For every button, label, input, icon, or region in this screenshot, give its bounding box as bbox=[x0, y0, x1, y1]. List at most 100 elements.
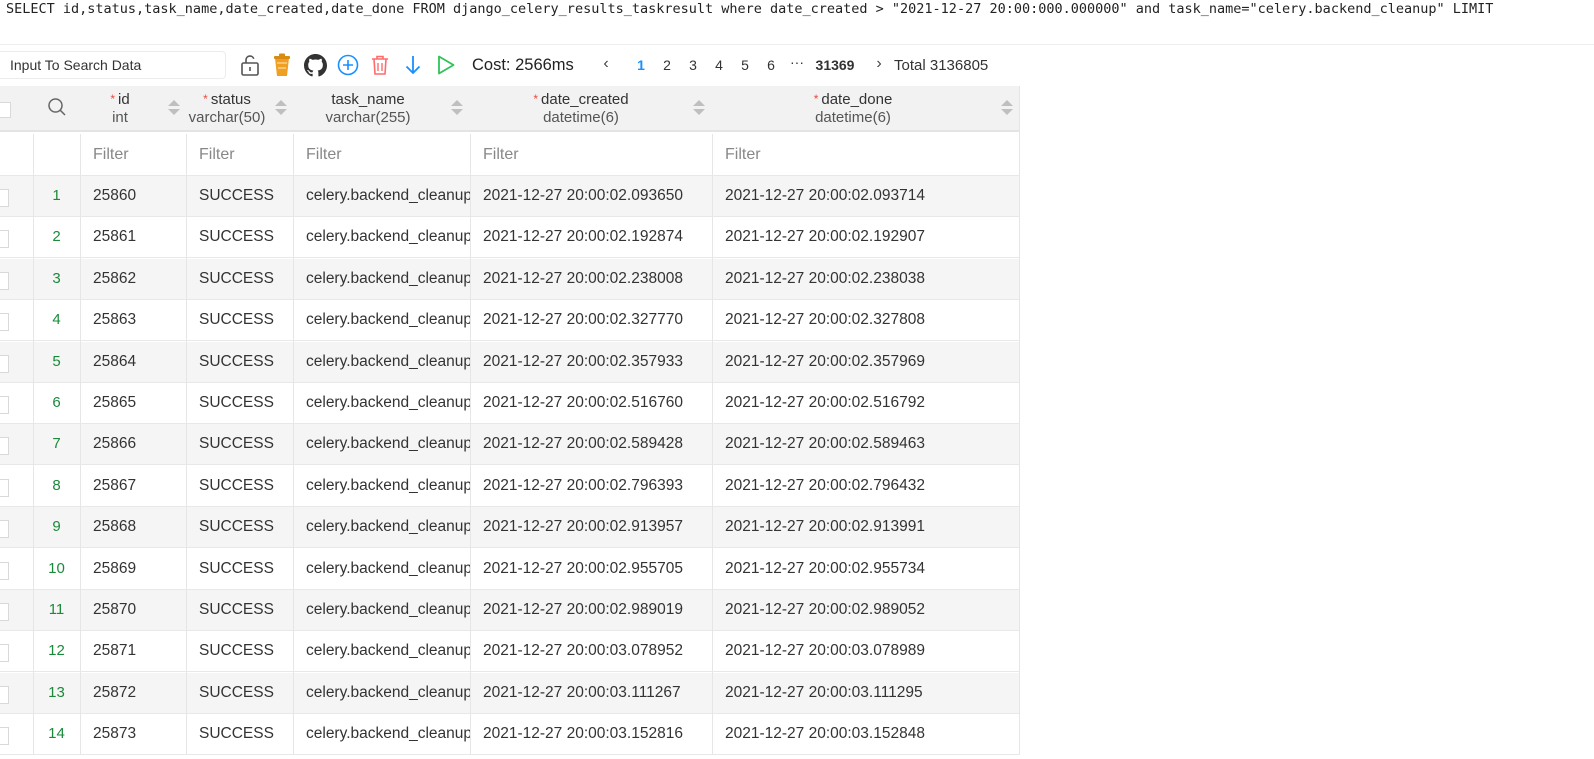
sort-icon[interactable] bbox=[168, 100, 180, 116]
cell-date-done[interactable]: 2021-12-27 20:00:02.913991 bbox=[712, 507, 1020, 547]
column-header-id[interactable]: * id int bbox=[80, 86, 160, 130]
cell-date-created[interactable]: 2021-12-27 20:00:02.796393 bbox=[470, 466, 712, 506]
column-header-date-done[interactable]: * date_done datetime(6) bbox=[712, 86, 994, 130]
cell-date-done[interactable]: 2021-12-27 20:00:02.357969 bbox=[712, 342, 1020, 382]
cell-date-done[interactable]: 2021-12-27 20:00:02.589463 bbox=[712, 424, 1020, 464]
cell-date-created[interactable]: 2021-12-27 20:00:02.913957 bbox=[470, 507, 712, 547]
search-column-icon[interactable] bbox=[33, 86, 80, 130]
table-row[interactable]: 5 25864 SUCCESS celery.backend_cleanup 2021-… bbox=[0, 341, 1020, 383]
page-1[interactable]: 1 bbox=[636, 57, 646, 73]
cell-task-name[interactable]: celery.backend_cleanup bbox=[293, 466, 470, 506]
add-circle-icon[interactable] bbox=[336, 53, 360, 77]
row-checkbox[interactable] bbox=[0, 478, 9, 497]
cell-date-done[interactable]: 2021-12-27 20:00:03.152848 bbox=[712, 714, 1020, 754]
sort-icon[interactable] bbox=[451, 100, 463, 116]
sort-icon[interactable] bbox=[1001, 100, 1013, 116]
cell-date-done[interactable]: 2021-12-27 20:00:02.516792 bbox=[712, 383, 1020, 423]
cell-date-created[interactable]: 2021-12-27 20:00:03.111267 bbox=[470, 673, 712, 713]
cell-task-name[interactable]: celery.backend_cleanup bbox=[293, 176, 470, 216]
cell-id[interactable]: 25870 bbox=[80, 590, 186, 630]
cell-task-name[interactable]: celery.backend_cleanup bbox=[293, 300, 470, 340]
cell-date-created[interactable]: 2021-12-27 20:00:02.327770 bbox=[470, 300, 712, 340]
sort-icon[interactable] bbox=[693, 100, 705, 116]
row-checkbox[interactable] bbox=[0, 520, 9, 539]
cell-date-created[interactable]: 2021-12-27 20:00:02.589428 bbox=[470, 424, 712, 464]
cell-date-created[interactable]: 2021-12-27 20:00:02.357933 bbox=[470, 342, 712, 382]
cell-id[interactable]: 25871 bbox=[80, 631, 186, 671]
cell-date-done[interactable]: 2021-12-27 20:00:03.111295 bbox=[712, 673, 1020, 713]
cell-date-created[interactable]: 2021-12-27 20:00:02.238008 bbox=[470, 259, 712, 299]
cell-date-created[interactable]: 2021-12-27 20:00:02.192874 bbox=[470, 217, 712, 257]
cell-date-done[interactable]: 2021-12-27 20:00:02.327808 bbox=[712, 300, 1020, 340]
cell-id[interactable]: 25869 bbox=[80, 549, 186, 589]
page-ellipsis[interactable]: ··· bbox=[789, 54, 805, 70]
table-row[interactable]: 13 25872 SUCCESS celery.backend_cleanup 2021… bbox=[0, 672, 1020, 714]
table-row[interactable]: 11 25870 SUCCESS celery.backend_cleanup 2021… bbox=[0, 590, 1020, 631]
cell-id[interactable]: 25862 bbox=[80, 259, 186, 299]
cell-status[interactable]: SUCCESS bbox=[186, 217, 293, 257]
cell-date-done[interactable]: 2021-12-27 20:00:02.238038 bbox=[712, 259, 1020, 299]
row-checkbox[interactable] bbox=[0, 437, 9, 456]
row-checkbox[interactable] bbox=[0, 354, 9, 373]
cell-status[interactable]: SUCCESS bbox=[186, 507, 293, 547]
cell-date-done[interactable]: 2021-12-27 20:00:02.192907 bbox=[712, 217, 1020, 257]
cell-id[interactable]: 25865 bbox=[80, 383, 186, 423]
cell-status[interactable]: SUCCESS bbox=[186, 424, 293, 464]
cell-id[interactable]: 25866 bbox=[80, 424, 186, 464]
cell-task-name[interactable]: celery.backend_cleanup bbox=[293, 424, 470, 464]
cell-task-name[interactable]: celery.backend_cleanup bbox=[293, 549, 470, 589]
cell-id[interactable]: 25873 bbox=[80, 714, 186, 754]
cell-status[interactable]: SUCCESS bbox=[186, 466, 293, 506]
filter-task-name[interactable]: Filter bbox=[293, 134, 470, 175]
cell-id[interactable]: 25864 bbox=[80, 342, 186, 382]
cell-status[interactable]: SUCCESS bbox=[186, 383, 293, 423]
cell-task-name[interactable]: celery.backend_cleanup bbox=[293, 383, 470, 423]
table-row[interactable]: 1 25860 SUCCESS celery.backend_cleanup 2021-… bbox=[0, 176, 1020, 217]
github-icon[interactable] bbox=[303, 53, 327, 77]
cell-status[interactable]: SUCCESS bbox=[186, 631, 293, 671]
chevron-right-icon[interactable]: › bbox=[872, 55, 886, 73]
delete-icon[interactable] bbox=[368, 53, 392, 77]
column-header-status[interactable]: * status varchar(50) bbox=[186, 86, 268, 130]
row-checkbox[interactable] bbox=[0, 230, 9, 249]
row-checkbox[interactable] bbox=[0, 313, 9, 332]
search-input[interactable] bbox=[0, 51, 226, 79]
cell-status[interactable]: SUCCESS bbox=[186, 176, 293, 216]
filter-id[interactable]: Filter bbox=[80, 134, 186, 175]
cell-date-done[interactable]: 2021-12-27 20:00:02.955734 bbox=[712, 549, 1020, 589]
column-header-date-created[interactable]: * date_created datetime(6) bbox=[470, 86, 692, 130]
table-row[interactable]: 3 25862 SUCCESS celery.backend_cleanup 2021-… bbox=[0, 258, 1020, 300]
cell-status[interactable]: SUCCESS bbox=[186, 590, 293, 630]
bucket-icon[interactable] bbox=[270, 53, 294, 77]
column-header-task-name[interactable]: task_name varchar(255) bbox=[293, 86, 443, 130]
cell-id[interactable]: 25860 bbox=[80, 176, 186, 216]
cell-status[interactable]: SUCCESS bbox=[186, 342, 293, 382]
filter-date-created[interactable]: Filter bbox=[470, 134, 712, 175]
page-2[interactable]: 2 bbox=[662, 57, 672, 73]
cell-task-name[interactable]: celery.backend_cleanup bbox=[293, 259, 470, 299]
arrow-down-icon[interactable] bbox=[401, 53, 425, 77]
cell-date-created[interactable]: 2021-12-27 20:00:03.078952 bbox=[470, 631, 712, 671]
filter-date-done[interactable]: Filter bbox=[712, 134, 1020, 175]
page-last[interactable]: 31369 bbox=[814, 57, 856, 73]
lock-open-icon[interactable] bbox=[238, 53, 262, 77]
cell-date-created[interactable]: 2021-12-27 20:00:03.152816 bbox=[470, 714, 712, 754]
row-checkbox[interactable] bbox=[0, 603, 9, 621]
row-checkbox[interactable] bbox=[0, 561, 9, 580]
table-row[interactable]: 12 25871 SUCCESS celery.backend_cleanup 2021… bbox=[0, 631, 1020, 673]
cell-date-created[interactable]: 2021-12-27 20:00:02.516760 bbox=[470, 383, 712, 423]
row-checkbox[interactable] bbox=[0, 189, 9, 207]
row-checkbox[interactable] bbox=[0, 644, 9, 663]
chevron-left-icon[interactable]: ‹ bbox=[599, 55, 613, 73]
cell-id[interactable]: 25861 bbox=[80, 217, 186, 257]
sql-query-text[interactable]: SELECT id,status,task_name,date_created,… bbox=[6, 0, 1594, 20]
cell-task-name[interactable]: celery.backend_cleanup bbox=[293, 342, 470, 382]
cell-date-done[interactable]: 2021-12-27 20:00:02.796432 bbox=[712, 466, 1020, 506]
table-row[interactable]: 2 25861 SUCCESS celery.backend_cleanup 2021-… bbox=[0, 217, 1020, 259]
page-3[interactable]: 3 bbox=[688, 57, 698, 73]
cell-date-done[interactable]: 2021-12-27 20:00:03.078989 bbox=[712, 631, 1020, 671]
play-icon[interactable] bbox=[434, 53, 458, 77]
cell-task-name[interactable]: celery.backend_cleanup bbox=[293, 714, 470, 754]
cell-date-created[interactable]: 2021-12-27 20:00:02.093650 bbox=[470, 176, 712, 216]
table-row[interactable]: 10 25869 SUCCESS celery.backend_cleanup 2021… bbox=[0, 548, 1020, 590]
